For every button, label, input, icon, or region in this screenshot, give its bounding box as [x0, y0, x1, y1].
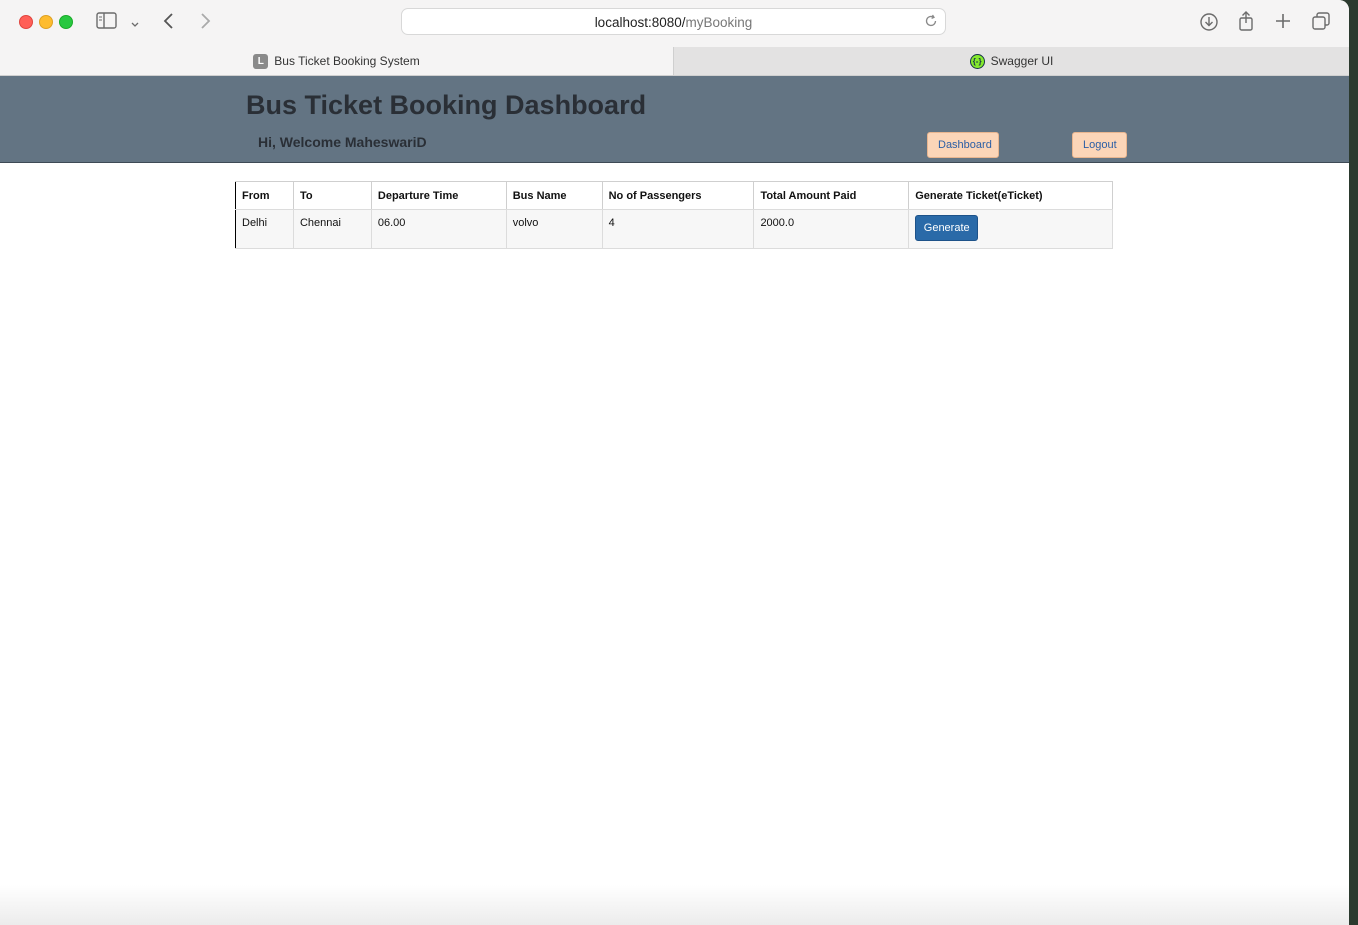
url-host: localhost:8080/ [594, 15, 686, 30]
column-header-departure-time: Departure Time [370, 181, 507, 210]
url-path: myBooking [685, 15, 753, 30]
cell-from: Delhi [235, 209, 294, 249]
close-window-button[interactable] [19, 15, 33, 29]
page-bottom-fade [0, 885, 1349, 925]
chevron-down-icon[interactable] [130, 16, 140, 34]
column-header-amount: Total Amount Paid [753, 181, 910, 210]
new-tab-icon[interactable] [1274, 12, 1292, 35]
tab-overview-icon[interactable] [1311, 11, 1331, 36]
bookings-table: From To Departure Time Bus Name No of Pa… [235, 181, 1113, 249]
downloads-icon[interactable] [1199, 12, 1219, 37]
column-header-generate-ticket: Generate Ticket(eTicket) [908, 181, 1113, 210]
cell-bus-name: volvo [505, 209, 603, 249]
share-icon[interactable] [1237, 10, 1255, 37]
tab-label: Swagger UI [990, 54, 1054, 68]
welcome-message: Hi, Welcome MaheswariD [258, 134, 427, 150]
minimize-window-button[interactable] [39, 15, 53, 29]
column-header-to: To [292, 181, 372, 210]
cell-departure-time: 06.00 [370, 209, 507, 249]
column-header-bus-name: Bus Name [505, 181, 603, 210]
tab-bar: L Bus Ticket Booking System {-} Swagger … [0, 47, 1349, 76]
zoom-window-button[interactable] [59, 15, 73, 29]
browser-toolbar: localhost:8080/myBooking [0, 0, 1349, 47]
back-arrow-icon[interactable] [162, 12, 176, 35]
browser-window: localhost:8080/myBooking L Bus Ticket Bo… [0, 0, 1349, 925]
cell-generate: Generate [908, 209, 1113, 249]
forward-arrow-icon[interactable] [198, 12, 212, 35]
tab-label: Bus Ticket Booking System [274, 54, 420, 68]
sidebar-toggle-icon[interactable] [96, 12, 118, 35]
page-title: Bus Ticket Booking Dashboard [246, 90, 647, 120]
url-text: localhost:8080/myBooking [402, 15, 945, 30]
swagger-favicon-icon: {-} [969, 53, 985, 69]
tab-swagger-ui[interactable]: {-} Swagger UI [673, 47, 1349, 75]
address-bar[interactable]: localhost:8080/myBooking [401, 8, 946, 35]
site-favicon-icon: L [253, 53, 269, 69]
logout-button[interactable]: Logout [1072, 132, 1127, 158]
generate-ticket-button[interactable]: Generate [915, 215, 979, 241]
cell-to: Chennai [292, 209, 372, 249]
tab-bus-ticket-booking[interactable]: L Bus Ticket Booking System [0, 47, 673, 75]
cell-passengers: 4 [601, 209, 755, 249]
table-header-row: From To Departure Time Bus Name No of Pa… [235, 181, 1113, 210]
cell-amount: 2000.0 [753, 209, 910, 249]
page-content: Bus Ticket Booking Dashboard Hi, Welcome… [0, 76, 1349, 925]
dashboard-button[interactable]: Dashboard [927, 132, 999, 158]
reload-icon[interactable] [923, 13, 939, 34]
table-row: Delhi Chennai 06.00 volvo 4 2000.0 Gener… [235, 209, 1113, 249]
column-header-passengers: No of Passengers [601, 181, 755, 210]
dashboard-header: Bus Ticket Booking Dashboard Hi, Welcome… [0, 76, 1349, 163]
column-header-from: From [235, 181, 294, 210]
